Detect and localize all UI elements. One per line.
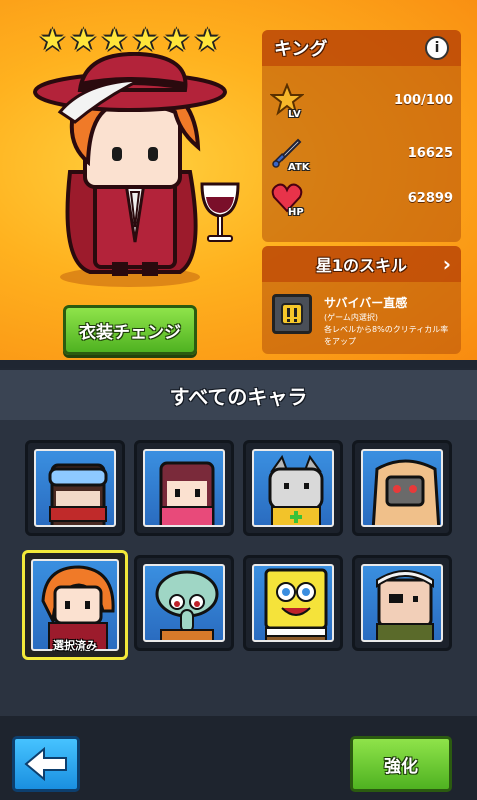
back-button[interactable] bbox=[12, 736, 80, 792]
roster-title: すべてのキャラ bbox=[0, 368, 477, 422]
upgrade-button[interactable]: 強化 bbox=[350, 736, 452, 792]
star-icon: ★ bbox=[132, 23, 159, 58]
selected-label: 選択済み bbox=[53, 639, 97, 652]
skill-header[interactable]: 星1のスキル › bbox=[262, 246, 461, 282]
character-card[interactable] bbox=[134, 440, 234, 536]
level-star-icon: LV bbox=[269, 82, 305, 120]
info-icon[interactable]: i bbox=[425, 36, 449, 60]
stat-value: 16625 bbox=[407, 145, 453, 161]
hero-name-bar: キング i bbox=[262, 30, 461, 66]
hero-name: キング bbox=[274, 39, 328, 60]
heart-icon: HP bbox=[270, 181, 304, 218]
cat-hero-portrait bbox=[268, 454, 324, 525]
star-icon: ★ bbox=[194, 23, 221, 58]
star-icon: ★ bbox=[101, 23, 128, 58]
stat-hp: HP 62899 bbox=[270, 180, 453, 218]
hooded-robot-portrait bbox=[371, 459, 441, 525]
costume-change-button[interactable]: 衣装チェンジ bbox=[63, 305, 197, 355]
stat-attack: ATK 16625 bbox=[270, 135, 453, 173]
skill-name: サバイバー直感 bbox=[324, 296, 408, 310]
skill-description: 各レベルから8%のクリティカル率をアップ bbox=[324, 325, 449, 346]
goggles-masked-hero-portrait bbox=[48, 463, 108, 525]
character-card[interactable] bbox=[352, 555, 452, 651]
stat-value: 62899 bbox=[407, 190, 453, 206]
stat-label: HP bbox=[288, 207, 304, 218]
star-icon: ★ bbox=[70, 23, 97, 58]
skill-title: 星1のスキル bbox=[315, 256, 408, 275]
hero-portrait bbox=[33, 52, 240, 287]
left-arrow-icon bbox=[24, 747, 67, 781]
star-icon: ★ bbox=[163, 23, 190, 58]
character-card[interactable] bbox=[243, 440, 343, 536]
spongebob-portrait bbox=[264, 568, 328, 640]
character-card[interactable] bbox=[243, 555, 343, 651]
stat-label: ATK bbox=[288, 162, 310, 173]
character-card[interactable] bbox=[134, 555, 234, 651]
stat-value: 100/100 bbox=[393, 92, 453, 108]
sword-icon: ATK bbox=[270, 136, 310, 173]
squidward-portrait bbox=[155, 570, 219, 640]
eyepatch-soldier-portrait bbox=[376, 570, 434, 640]
star-rating: ★ ★ ★ ★ ★ ★ bbox=[38, 23, 222, 58]
skill-subtitle: (ゲーム内選択) bbox=[324, 313, 379, 322]
star-icon: ★ bbox=[39, 23, 66, 58]
chevron-right-icon[interactable]: › bbox=[443, 252, 451, 276]
character-card[interactable] bbox=[25, 440, 125, 536]
character-grid: 選択済み bbox=[0, 420, 477, 716]
skill-icon bbox=[272, 294, 312, 334]
stat-label: LV bbox=[288, 109, 301, 120]
skill-panel[interactable]: 星1のスキル › サバイバー直感 (ゲーム内選択) 各レベルから8%のクリティカ… bbox=[262, 246, 461, 354]
hero-stats-panel: キング i LV 100/100 ATK 16625 HP 62899 bbox=[262, 30, 461, 242]
character-card-selected[interactable]: 選択済み bbox=[22, 550, 128, 660]
character-card[interactable] bbox=[352, 440, 452, 536]
stat-level: LV 100/100 bbox=[269, 82, 453, 120]
ninja-girl-portrait bbox=[159, 461, 215, 525]
hero-showcase: ★ ★ ★ ★ ★ ★ 衣装チェンジ キング i LV 100/100 ATK … bbox=[0, 0, 477, 368]
